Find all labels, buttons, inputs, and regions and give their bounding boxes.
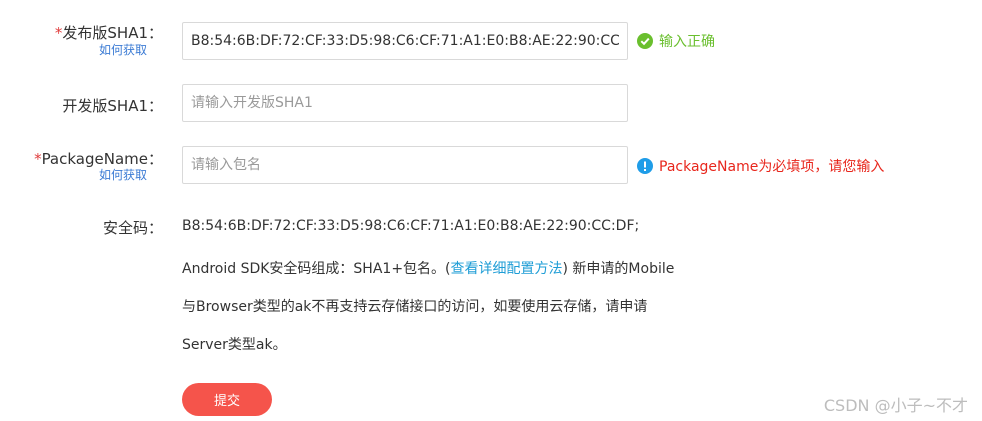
release-sha1-help-link[interactable]: 如何获取 bbox=[99, 41, 147, 58]
config-method-link[interactable]: 查看详细配置方法 bbox=[451, 261, 563, 277]
info-circle-icon bbox=[637, 158, 653, 174]
security-code-desc-line1: Android SDK安全码组成：SHA1+包名。(查看详细配置方法) 新申请的… bbox=[182, 258, 674, 278]
security-code-desc-line2: 与Browser类型的ak不再支持云存储接口的访问，如要使用云存储，请申请 bbox=[182, 299, 648, 315]
release-sha1-label-text: 发布版SHA1： bbox=[62, 24, 163, 42]
release-sha1-input[interactable] bbox=[182, 22, 628, 60]
dev-sha1-input[interactable] bbox=[182, 84, 628, 122]
security-code-desc-line3: Server类型ak。 bbox=[182, 337, 287, 353]
package-name-error: PackageName为必填项，请您输入 bbox=[637, 156, 884, 176]
package-name-input[interactable] bbox=[182, 146, 628, 184]
submit-button[interactable]: 提交 bbox=[182, 383, 272, 416]
watermark: CSDN @小子~不才 bbox=[823, 396, 968, 415]
release-sha1-label: *发布版SHA1： bbox=[55, 22, 163, 43]
desc-line1-suffix: ) 新申请的Mobile bbox=[562, 261, 675, 277]
release-sha1-status: 输入正确 bbox=[637, 31, 715, 51]
check-circle-icon bbox=[637, 33, 653, 49]
release-sha1-status-text: 输入正确 bbox=[659, 34, 715, 50]
security-code-label: 安全码： bbox=[102, 219, 163, 237]
required-mark: * bbox=[34, 150, 42, 168]
desc-line1-prefix: Android SDK安全码组成：SHA1+包名。( bbox=[182, 261, 451, 277]
dev-sha1-label: 开发版SHA1： bbox=[62, 97, 163, 115]
package-name-help-link[interactable]: 如何获取 bbox=[99, 166, 147, 183]
package-name-error-text: PackageName为必填项，请您输入 bbox=[659, 159, 885, 175]
security-code-value: B8:54:6B:DF:72:CF:33:D5:98:C6:CF:71:A1:E… bbox=[182, 218, 640, 234]
